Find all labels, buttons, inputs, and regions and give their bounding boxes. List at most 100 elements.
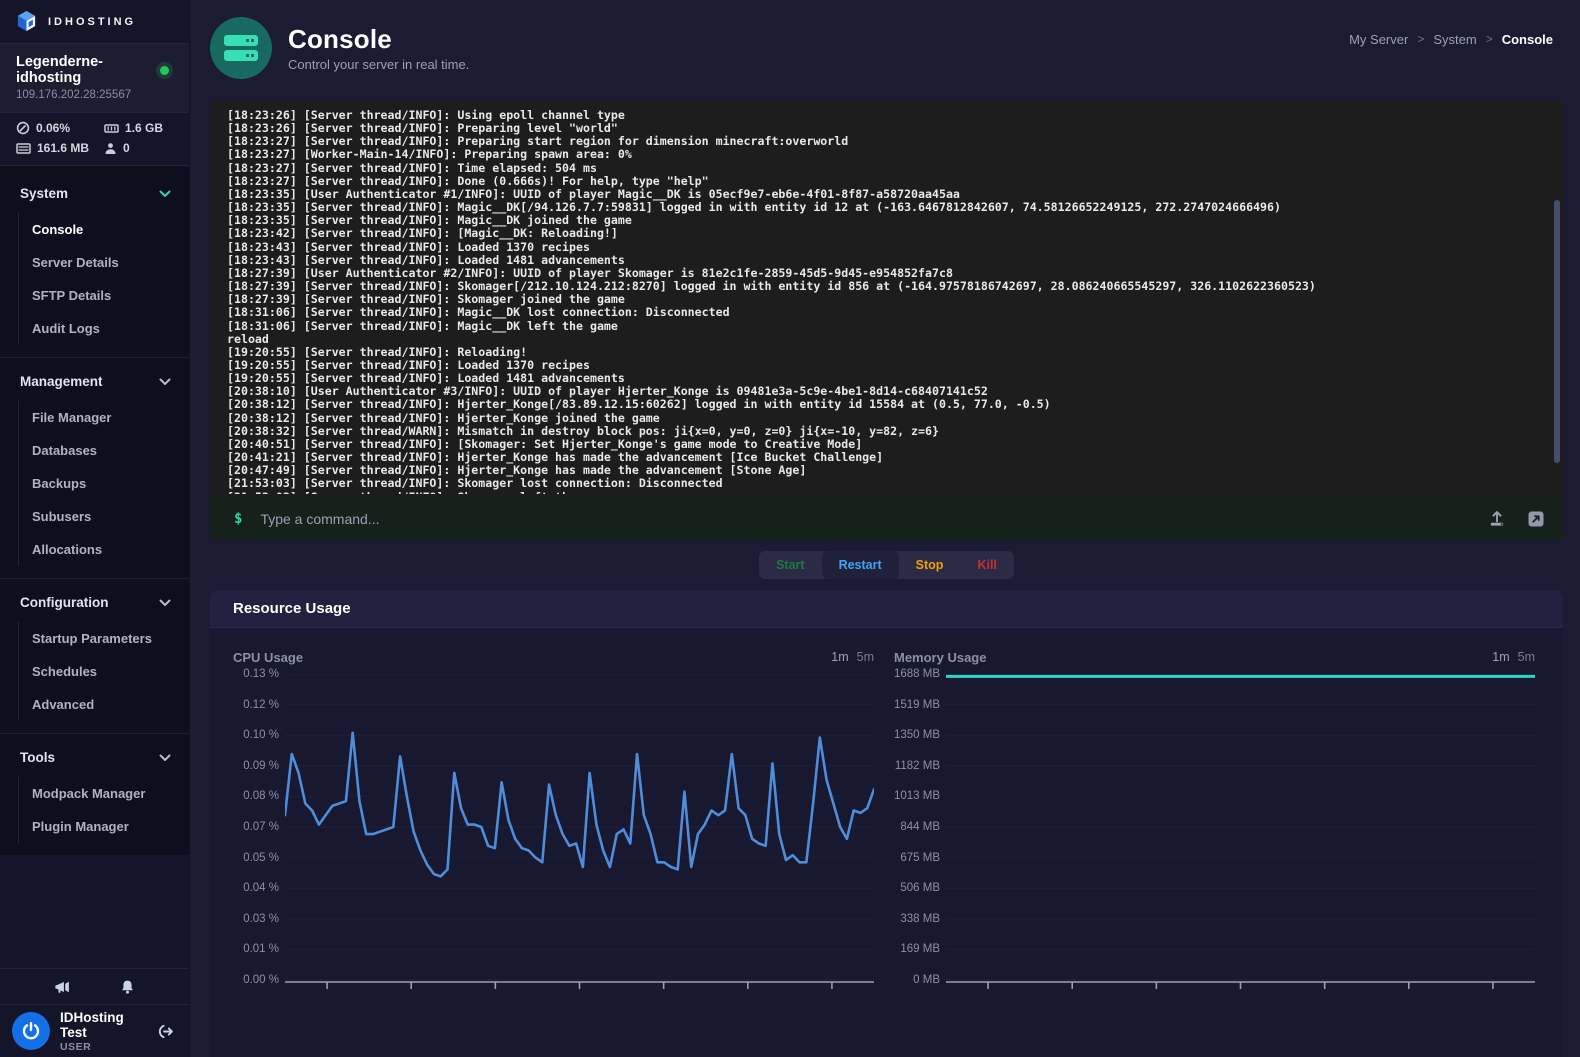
chevron-down-icon: [159, 754, 171, 762]
range-option-1m[interactable]: 1m: [1492, 650, 1509, 664]
memory-stat: 1.6 GB: [104, 121, 173, 135]
memory-range-toggle: 1m 5m: [1492, 650, 1535, 664]
sidebar-section-system[interactable]: System: [0, 174, 189, 211]
breadcrumb-my-server[interactable]: My Server: [1349, 32, 1408, 47]
console-line: [18:23:27] [Server thread/INFO]: Time el…: [227, 162, 1541, 175]
console-line: [21:53:03] [Server thread/INFO]: Skomage…: [227, 477, 1541, 490]
console-panel: [18:23:26] [Server thread/INFO]: Using e…: [210, 100, 1563, 540]
breadcrumb: My Server > System > Console: [1349, 32, 1553, 47]
cpu-range-toggle: 1m 5m: [831, 650, 874, 664]
nav-items: ConsoleServer DetailsSFTP DetailsAudit L…: [18, 213, 189, 345]
cpu-y-axis: 0.13 %0.12 %0.10 %0.09 %0.08 %0.07 %0.05…: [233, 674, 285, 980]
sidebar-item-allocations[interactable]: Allocations: [32, 533, 189, 566]
sidebar-item-subusers[interactable]: Subusers: [32, 500, 189, 533]
memory-chart-title: Memory Usage: [894, 650, 986, 665]
server-status-dot: [160, 66, 169, 75]
console-log[interactable]: [18:23:26] [Server thread/INFO]: Using e…: [227, 109, 1541, 494]
sidebar-item-server-details[interactable]: Server Details: [32, 246, 189, 279]
avatar: [12, 1012, 50, 1050]
y-axis-label: 1350 MB: [894, 729, 940, 741]
breadcrumb-system[interactable]: System: [1433, 32, 1476, 47]
section-label: Management: [20, 374, 103, 389]
y-axis-label: 844 MB: [900, 821, 940, 833]
resource-usage-title: Resource Usage: [233, 600, 351, 617]
memory-usage-chart: Memory Usage 1m5m 1688 MB1519 MB1350 MB1…: [894, 646, 1535, 996]
power-controls: Start Restart Stop Kill: [210, 551, 1563, 579]
sidebar-item-advanced[interactable]: Advanced: [32, 688, 189, 721]
console-line: [20:38:32] [Server thread/WARN]: Mismatc…: [227, 425, 1541, 438]
console-line: [18:31:06] [Server thread/INFO]: Magic__…: [227, 306, 1541, 319]
console-page-icon: [210, 17, 272, 79]
disk-value: 161.6 MB: [37, 141, 89, 155]
disk-icon: [16, 142, 31, 155]
open-external-icon[interactable]: [1527, 510, 1545, 528]
nav-items: Modpack ManagerPlugin Manager: [18, 777, 189, 843]
power-button-group: Start Restart Stop Kill: [759, 551, 1014, 579]
sidebar-section-management[interactable]: Management: [0, 362, 189, 399]
sidebar-item-audit-logs[interactable]: Audit Logs: [32, 312, 189, 345]
sidebar-item-sftp-details[interactable]: SFTP Details: [32, 279, 189, 312]
console-line: reload: [227, 333, 1541, 346]
sidebar-item-console[interactable]: Console: [32, 213, 189, 246]
section-label: Tools: [20, 750, 55, 765]
sidebar-nav: SystemConsoleServer DetailsSFTP DetailsA…: [0, 166, 189, 855]
stop-button[interactable]: Stop: [899, 551, 961, 579]
y-axis-label: 1519 MB: [894, 699, 940, 711]
sidebar-item-databases[interactable]: Databases: [32, 434, 189, 467]
server-stats: 0.06% 1.6 GB 161.6 MB 0: [0, 113, 189, 166]
cpu-icon: [16, 121, 30, 135]
y-axis-label: 506 MB: [900, 882, 940, 894]
restart-button[interactable]: Restart: [822, 551, 899, 579]
y-axis-label: 0.01 %: [243, 943, 279, 955]
server-info[interactable]: Legenderne-idhosting 109.176.202.28:2556…: [0, 44, 189, 113]
cube-logo-icon: [14, 9, 39, 34]
kill-button[interactable]: Kill: [960, 551, 1013, 579]
sidebar-section-tools[interactable]: Tools: [0, 738, 189, 775]
sidebar-item-plugin-manager[interactable]: Plugin Manager: [32, 810, 189, 843]
start-button[interactable]: Start: [759, 551, 821, 579]
command-input[interactable]: [260, 511, 1469, 527]
memory-value: 1.6 GB: [125, 121, 163, 135]
sidebar-section-configuration[interactable]: Configuration: [0, 583, 189, 620]
sidebar-item-file-manager[interactable]: File Manager: [32, 401, 189, 434]
y-axis-label: 0.04 %: [243, 882, 279, 894]
y-axis-label: 169 MB: [900, 943, 940, 955]
range-option-5m[interactable]: 5m: [1518, 650, 1535, 664]
section-label: System: [20, 186, 68, 201]
players-icon: [104, 142, 117, 155]
console-line: [18:23:43] [Server thread/INFO]: Loaded …: [227, 254, 1541, 267]
chevron-down-icon: [159, 599, 171, 607]
user-name: IDHosting Test: [60, 1010, 146, 1040]
announcements-icon[interactable]: [54, 978, 72, 996]
y-axis-label: 0.07 %: [243, 821, 279, 833]
main-content: Console Control your server in real time…: [190, 0, 1580, 1057]
user-role: USER: [60, 1041, 146, 1053]
cpu-stat: 0.06%: [16, 121, 104, 135]
console-line: [20:38:12] [Server thread/INFO]: Hjerter…: [227, 398, 1541, 411]
console-scrollbar[interactable]: [1554, 200, 1560, 463]
cpu-usage-chart: CPU Usage 1m5m 0.13 %0.12 %0.10 %0.09 %0…: [233, 646, 874, 996]
brand-logo[interactable]: IDHOSTING: [0, 0, 189, 44]
sidebar: IDHOSTING Legenderne-idhosting 109.176.2…: [0, 0, 190, 1057]
console-line: [19:20:55] [Server thread/INFO]: Reloadi…: [227, 346, 1541, 359]
resource-usage-header: Resource Usage: [210, 590, 1563, 628]
nav-items: File ManagerDatabasesBackupsSubusersAllo…: [18, 401, 189, 566]
sidebar-item-schedules[interactable]: Schedules: [32, 655, 189, 688]
chevron-down-icon: [159, 378, 171, 386]
sidebar-item-startup-parameters[interactable]: Startup Parameters: [32, 622, 189, 655]
range-option-1m[interactable]: 1m: [831, 650, 848, 664]
y-axis-label: 0.00 %: [243, 974, 279, 986]
range-option-5m[interactable]: 5m: [857, 650, 874, 664]
sidebar-item-modpack-manager[interactable]: Modpack Manager: [32, 777, 189, 810]
notifications-bell-icon[interactable]: [119, 978, 136, 996]
sidebar-item-backups[interactable]: Backups: [32, 467, 189, 500]
y-axis-label: 0.09 %: [243, 760, 279, 772]
brand-name: IDHOSTING: [48, 16, 136, 28]
logout-icon[interactable]: [156, 1023, 175, 1040]
console-line: [18:23:27] [Worker-Main-14/INFO]: Prepar…: [227, 148, 1541, 161]
upload-icon[interactable]: [1487, 509, 1507, 528]
y-axis-label: 0.05 %: [243, 852, 279, 864]
user-account[interactable]: IDHosting Test USER: [0, 1005, 189, 1057]
memory-icon: [104, 122, 119, 135]
y-axis-label: 338 MB: [900, 913, 940, 925]
